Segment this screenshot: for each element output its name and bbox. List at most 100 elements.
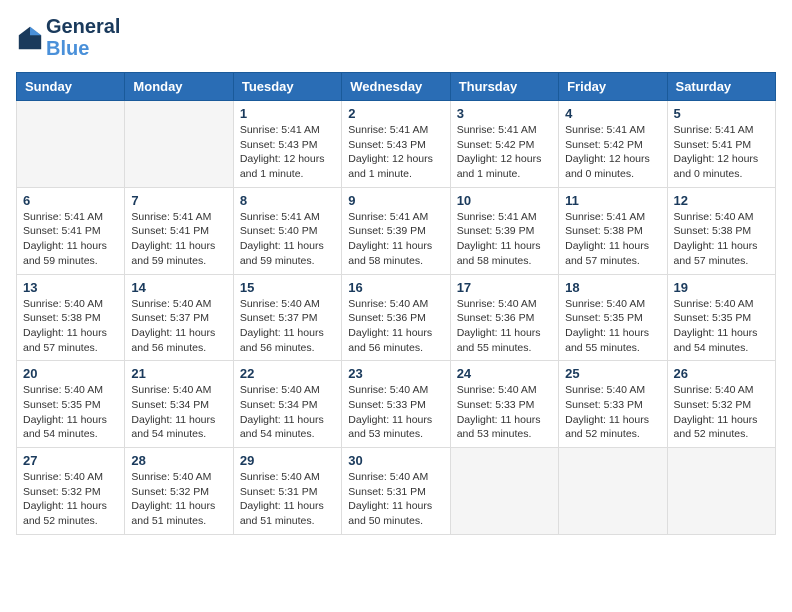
day-cell: 19 Sunrise: 5:40 AMSunset: 5:35 PMDayligh… — [667, 274, 775, 361]
logo: General Blue — [16, 16, 120, 60]
day-number: 30 — [348, 453, 443, 468]
day-cell: 15 Sunrise: 5:40 AMSunset: 5:37 PMDayligh… — [233, 274, 341, 361]
day-info: Sunrise: 5:41 AMSunset: 5:39 PMDaylight:… — [457, 210, 552, 269]
day-cell: 29 Sunrise: 5:40 AMSunset: 5:31 PMDayligh… — [233, 448, 341, 535]
column-header-thursday: Thursday — [450, 73, 558, 101]
logo-blue: Blue — [46, 38, 120, 60]
day-cell: 8 Sunrise: 5:41 AMSunset: 5:40 PMDaylight… — [233, 187, 341, 274]
day-info: Sunrise: 5:40 AMSunset: 5:38 PMDaylight:… — [674, 210, 769, 269]
day-info: Sunrise: 5:40 AMSunset: 5:36 PMDaylight:… — [348, 297, 443, 356]
day-number: 22 — [240, 366, 335, 381]
week-row-5: 27 Sunrise: 5:40 AMSunset: 5:32 PMDayligh… — [17, 448, 776, 535]
day-info: Sunrise: 5:40 AMSunset: 5:35 PMDaylight:… — [23, 383, 118, 442]
day-cell: 9 Sunrise: 5:41 AMSunset: 5:39 PMDaylight… — [342, 187, 450, 274]
day-info: Sunrise: 5:40 AMSunset: 5:32 PMDaylight:… — [674, 383, 769, 442]
day-number: 21 — [131, 366, 226, 381]
day-number: 6 — [23, 193, 118, 208]
day-cell: 13 Sunrise: 5:40 AMSunset: 5:38 PMDayligh… — [17, 274, 125, 361]
page-header: General Blue — [16, 16, 776, 60]
day-info: Sunrise: 5:40 AMSunset: 5:35 PMDaylight:… — [565, 297, 660, 356]
day-number: 29 — [240, 453, 335, 468]
day-number: 8 — [240, 193, 335, 208]
day-cell: 6 Sunrise: 5:41 AMSunset: 5:41 PMDaylight… — [17, 187, 125, 274]
day-number: 2 — [348, 106, 443, 121]
day-number: 17 — [457, 280, 552, 295]
day-info: Sunrise: 5:40 AMSunset: 5:34 PMDaylight:… — [131, 383, 226, 442]
day-cell: 7Sunrise: 5:41 AMSunset: 5:41 PMDaylight… — [125, 187, 233, 274]
day-cell: 23Sunrise: 5:40 AMSunset: 5:33 PMDayligh… — [342, 361, 450, 448]
day-info: Sunrise: 5:41 AMSunset: 5:41 PMDaylight:… — [23, 210, 118, 269]
day-number: 15 — [240, 280, 335, 295]
day-cell: 24 Sunrise: 5:40 AMSunset: 5:33 PMDayligh… — [450, 361, 558, 448]
day-cell: 26 Sunrise: 5:40 AMSunset: 5:32 PMDayligh… — [667, 361, 775, 448]
day-cell: 27 Sunrise: 5:40 AMSunset: 5:32 PMDayligh… — [17, 448, 125, 535]
day-number: 26 — [674, 366, 769, 381]
week-row-4: 20Sunrise: 5:40 AMSunset: 5:35 PMDayligh… — [17, 361, 776, 448]
day-number: 14 — [131, 280, 226, 295]
column-header-friday: Friday — [559, 73, 667, 101]
day-cell: 25 Sunrise: 5:40 AMSunset: 5:33 PMDayligh… — [559, 361, 667, 448]
day-info: Sunrise: 5:41 AMSunset: 5:40 PMDaylight:… — [240, 210, 335, 269]
day-cell: 22 Sunrise: 5:40 AMSunset: 5:34 PMDayligh… — [233, 361, 341, 448]
day-cell: 4Sunrise: 5:41 AMSunset: 5:42 PMDaylight… — [559, 101, 667, 188]
day-cell: 1Sunrise: 5:41 AMSunset: 5:43 PMDaylight… — [233, 101, 341, 188]
day-cell — [17, 101, 125, 188]
day-cell: 28 Sunrise: 5:40 AMSunset: 5:32 PMDayligh… — [125, 448, 233, 535]
day-info: Sunrise: 5:40 AMSunset: 5:31 PMDaylight:… — [348, 470, 443, 529]
day-number: 28 — [131, 453, 226, 468]
day-number: 3 — [457, 106, 552, 121]
logo-icon — [16, 24, 44, 52]
logo-general: General — [46, 16, 120, 38]
day-cell: 16Sunrise: 5:40 AMSunset: 5:36 PMDayligh… — [342, 274, 450, 361]
day-cell: 18Sunrise: 5:40 AMSunset: 5:35 PMDayligh… — [559, 274, 667, 361]
day-number: 7 — [131, 193, 226, 208]
day-cell: 3 Sunrise: 5:41 AMSunset: 5:42 PMDaylight… — [450, 101, 558, 188]
day-cell: 5Sunrise: 5:41 AMSunset: 5:41 PMDaylight… — [667, 101, 775, 188]
column-header-sunday: Sunday — [17, 73, 125, 101]
day-number: 13 — [23, 280, 118, 295]
day-cell: 12Sunrise: 5:40 AMSunset: 5:38 PMDayligh… — [667, 187, 775, 274]
day-cell — [125, 101, 233, 188]
day-cell: 17 Sunrise: 5:40 AMSunset: 5:36 PMDayligh… — [450, 274, 558, 361]
day-number: 5 — [674, 106, 769, 121]
day-number: 10 — [457, 193, 552, 208]
day-info: Sunrise: 5:40 AMSunset: 5:34 PMDaylight:… — [240, 383, 335, 442]
day-cell: 2 Sunrise: 5:41 AMSunset: 5:43 PMDaylight… — [342, 101, 450, 188]
day-cell — [667, 448, 775, 535]
day-info: Sunrise: 5:40 AMSunset: 5:36 PMDaylight:… — [457, 297, 552, 356]
day-info: Sunrise: 5:40 AMSunset: 5:33 PMDaylight:… — [457, 383, 552, 442]
column-header-monday: Monday — [125, 73, 233, 101]
day-info: Sunrise: 5:40 AMSunset: 5:35 PMDaylight:… — [674, 297, 769, 356]
calendar-table: SundayMondayTuesdayWednesdayThursdayFrid… — [16, 72, 776, 535]
week-row-3: 13 Sunrise: 5:40 AMSunset: 5:38 PMDayligh… — [17, 274, 776, 361]
day-info: Sunrise: 5:41 AMSunset: 5:43 PMDaylight:… — [348, 123, 443, 182]
day-cell — [450, 448, 558, 535]
day-number: 23 — [348, 366, 443, 381]
column-header-saturday: Saturday — [667, 73, 775, 101]
day-info: Sunrise: 5:40 AMSunset: 5:32 PMDaylight:… — [131, 470, 226, 529]
day-number: 4 — [565, 106, 660, 121]
week-row-2: 6 Sunrise: 5:41 AMSunset: 5:41 PMDaylight… — [17, 187, 776, 274]
day-number: 19 — [674, 280, 769, 295]
day-info: Sunrise: 5:41 AMSunset: 5:38 PMDaylight:… — [565, 210, 660, 269]
day-number: 25 — [565, 366, 660, 381]
day-number: 11 — [565, 193, 660, 208]
day-cell: 14Sunrise: 5:40 AMSunset: 5:37 PMDayligh… — [125, 274, 233, 361]
column-header-tuesday: Tuesday — [233, 73, 341, 101]
day-cell: 10 Sunrise: 5:41 AMSunset: 5:39 PMDayligh… — [450, 187, 558, 274]
day-number: 9 — [348, 193, 443, 208]
day-info: Sunrise: 5:40 AMSunset: 5:38 PMDaylight:… — [23, 297, 118, 356]
day-info: Sunrise: 5:40 AMSunset: 5:37 PMDaylight:… — [240, 297, 335, 356]
day-cell: 21 Sunrise: 5:40 AMSunset: 5:34 PMDayligh… — [125, 361, 233, 448]
day-info: Sunrise: 5:41 AMSunset: 5:42 PMDaylight:… — [457, 123, 552, 182]
day-cell — [559, 448, 667, 535]
day-number: 27 — [23, 453, 118, 468]
calendar-header-row: SundayMondayTuesdayWednesdayThursdayFrid… — [17, 73, 776, 101]
day-info: Sunrise: 5:40 AMSunset: 5:31 PMDaylight:… — [240, 470, 335, 529]
column-header-wednesday: Wednesday — [342, 73, 450, 101]
day-number: 24 — [457, 366, 552, 381]
day-info: Sunrise: 5:40 AMSunset: 5:32 PMDaylight:… — [23, 470, 118, 529]
day-info: Sunrise: 5:41 AMSunset: 5:39 PMDaylight:… — [348, 210, 443, 269]
day-info: Sunrise: 5:40 AMSunset: 5:33 PMDaylight:… — [565, 383, 660, 442]
day-info: Sunrise: 5:41 AMSunset: 5:43 PMDaylight:… — [240, 123, 335, 182]
